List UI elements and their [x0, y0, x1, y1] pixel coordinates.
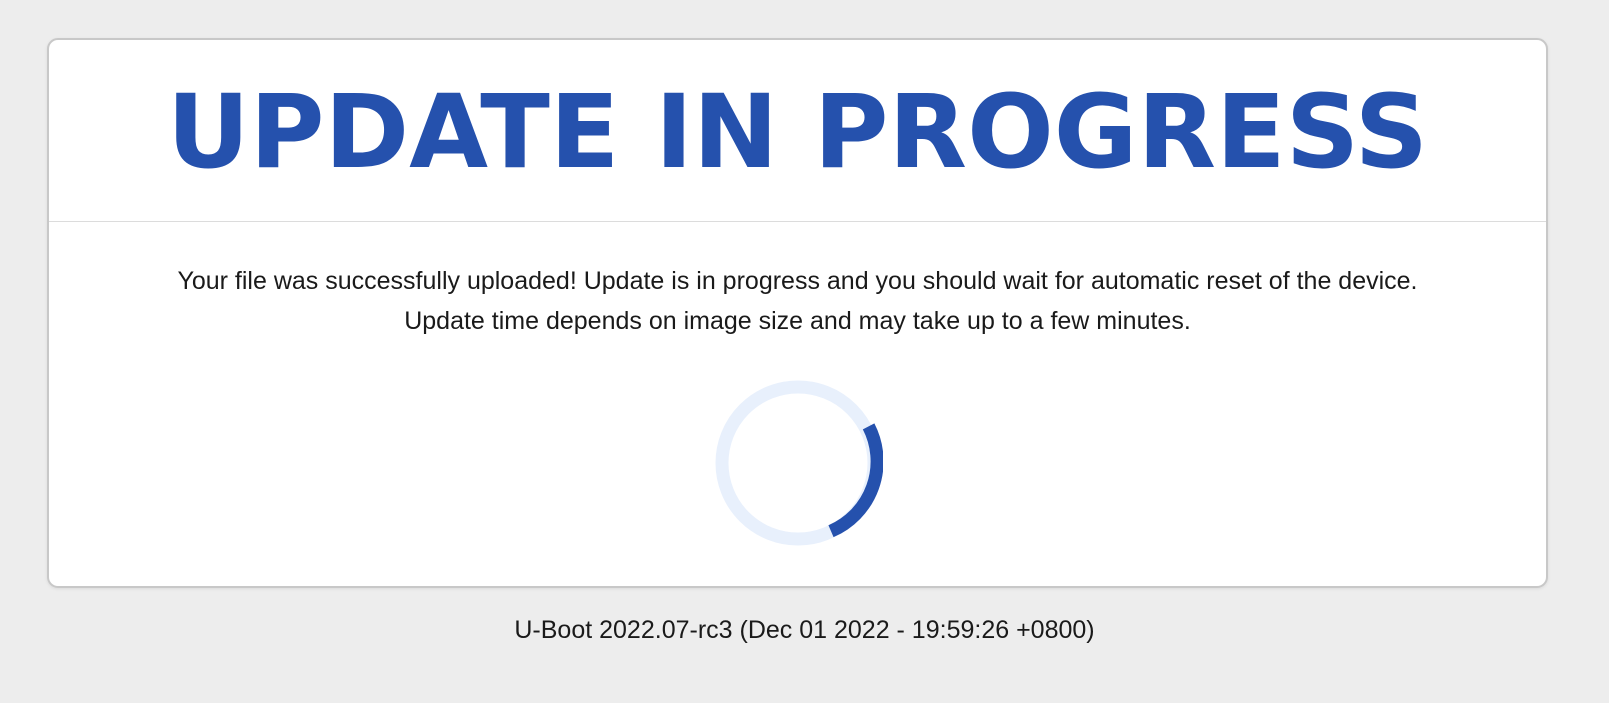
update-card: UPDATE IN PROGRESS Your file was success… — [47, 38, 1548, 588]
status-message-line-1: Your file was successfully uploaded! Upd… — [177, 267, 1418, 295]
spinner-arc — [828, 423, 883, 538]
card-header: UPDATE IN PROGRESS — [49, 40, 1546, 222]
version-footer: U-Boot 2022.07-rc3 (Dec 01 2022 - 19:59:… — [514, 616, 1095, 644]
status-message-line-2: Update time depends on image size and ma… — [404, 307, 1191, 335]
loading-spinner-icon — [713, 378, 883, 548]
status-message: Your file was successfully uploaded! Upd… — [49, 261, 1546, 341]
page-title: UPDATE IN PROGRESS — [166, 72, 1429, 192]
